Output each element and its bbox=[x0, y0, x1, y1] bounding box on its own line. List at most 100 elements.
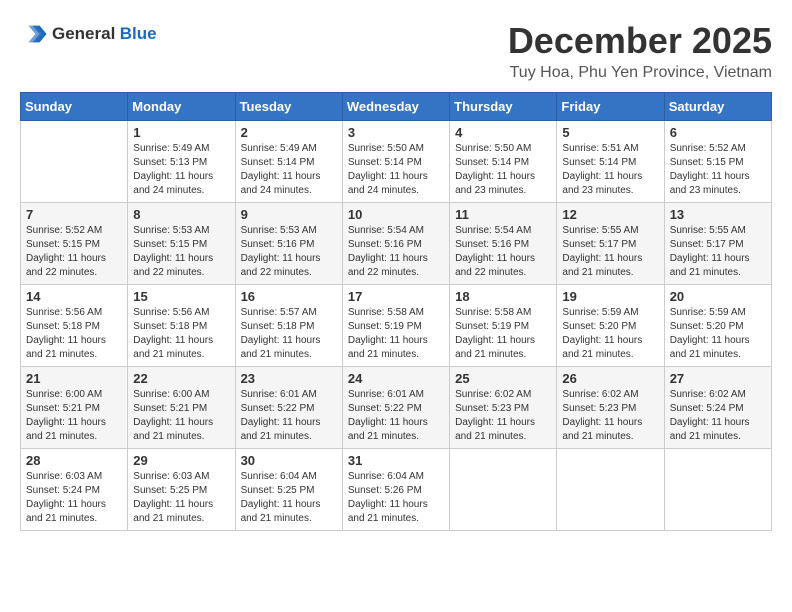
calendar-cell: 9 Sunrise: 5:53 AM Sunset: 5:16 PM Daylig… bbox=[235, 203, 342, 285]
day-info: Sunrise: 5:54 AM Sunset: 5:16 PM Dayligh… bbox=[348, 224, 444, 280]
day-info: Sunrise: 5:53 AM Sunset: 5:15 PM Dayligh… bbox=[133, 224, 229, 280]
day-of-week-header: Saturday bbox=[664, 93, 771, 121]
day-number: 26 bbox=[562, 371, 658, 386]
day-number: 17 bbox=[348, 289, 444, 304]
title-section: December 2025 Tuy Hoa, Phu Yen Province,… bbox=[508, 20, 772, 82]
day-info: Sunrise: 5:53 AM Sunset: 5:16 PM Dayligh… bbox=[241, 224, 337, 280]
day-info: Sunrise: 5:50 AM Sunset: 5:14 PM Dayligh… bbox=[348, 142, 444, 198]
calendar-cell: 28 Sunrise: 6:03 AM Sunset: 5:24 PM Dayli… bbox=[21, 449, 128, 531]
day-number: 31 bbox=[348, 453, 444, 468]
calendar-cell: 22Sunrise: 6:00 AM Sunset: 5:21 PM Dayli… bbox=[128, 367, 235, 449]
calendar-cell: 11Sunrise: 5:54 AM Sunset: 5:16 PM Dayli… bbox=[450, 203, 557, 285]
day-info: Sunrise: 5:55 AM Sunset: 5:17 PM Dayligh… bbox=[670, 224, 766, 280]
calendar-cell: 20 Sunrise: 5:59 AM Sunset: 5:20 PM Dayli… bbox=[664, 285, 771, 367]
day-number: 2 bbox=[241, 125, 337, 140]
day-number: 9 bbox=[241, 207, 337, 222]
day-of-week-header: Thursday bbox=[450, 93, 557, 121]
logo-icon bbox=[20, 20, 48, 48]
day-number: 5 bbox=[562, 125, 658, 140]
calendar-cell: 1 Sunrise: 5:49 AM Sunset: 5:13 PM Daylig… bbox=[128, 121, 235, 203]
calendar-cell: 17 Sunrise: 5:58 AM Sunset: 5:19 PM Dayli… bbox=[342, 285, 449, 367]
calendar-cell: 13 Sunrise: 5:55 AM Sunset: 5:17 PM Dayli… bbox=[664, 203, 771, 285]
calendar-cell: 21 Sunrise: 6:00 AM Sunset: 5:21 PM Dayli… bbox=[21, 367, 128, 449]
day-info: Sunrise: 6:04 AM Sunset: 5:25 PM Dayligh… bbox=[241, 470, 337, 526]
day-info: Sunrise: 5:49 AM Sunset: 5:13 PM Dayligh… bbox=[133, 142, 229, 198]
day-info: Sunrise: 5:58 AM Sunset: 5:19 PM Dayligh… bbox=[455, 306, 551, 362]
day-number: 14 bbox=[26, 289, 122, 304]
logo: General Blue bbox=[20, 20, 157, 48]
day-of-week-header: Monday bbox=[128, 93, 235, 121]
day-info: Sunrise: 6:02 AM Sunset: 5:23 PM Dayligh… bbox=[455, 388, 551, 444]
day-number: 6 bbox=[670, 125, 766, 140]
calendar-cell: 12Sunrise: 5:55 AM Sunset: 5:17 PM Dayli… bbox=[557, 203, 664, 285]
day-info: Sunrise: 5:52 AM Sunset: 5:15 PM Dayligh… bbox=[670, 142, 766, 198]
day-info: Sunrise: 6:03 AM Sunset: 5:24 PM Dayligh… bbox=[26, 470, 122, 526]
location: Tuy Hoa, Phu Yen Province, Vietnam bbox=[508, 64, 772, 82]
day-info: Sunrise: 5:52 AM Sunset: 5:15 PM Dayligh… bbox=[26, 224, 122, 280]
calendar-table: SundayMondayTuesdayWednesdayThursdayFrid… bbox=[20, 92, 772, 531]
day-info: Sunrise: 5:59 AM Sunset: 5:20 PM Dayligh… bbox=[670, 306, 766, 362]
calendar-cell bbox=[450, 449, 557, 531]
day-number: 1 bbox=[133, 125, 229, 140]
calendar-cell: 15Sunrise: 5:56 AM Sunset: 5:18 PM Dayli… bbox=[128, 285, 235, 367]
day-number: 3 bbox=[348, 125, 444, 140]
logo-blue: Blue bbox=[120, 24, 157, 43]
calendar-cell bbox=[21, 121, 128, 203]
day-number: 29 bbox=[133, 453, 229, 468]
day-number: 21 bbox=[26, 371, 122, 386]
day-number: 30 bbox=[241, 453, 337, 468]
day-info: Sunrise: 5:56 AM Sunset: 5:18 PM Dayligh… bbox=[26, 306, 122, 362]
day-info: Sunrise: 5:59 AM Sunset: 5:20 PM Dayligh… bbox=[562, 306, 658, 362]
day-info: Sunrise: 6:01 AM Sunset: 5:22 PM Dayligh… bbox=[241, 388, 337, 444]
day-info: Sunrise: 5:54 AM Sunset: 5:16 PM Dayligh… bbox=[455, 224, 551, 280]
day-info: Sunrise: 5:57 AM Sunset: 5:18 PM Dayligh… bbox=[241, 306, 337, 362]
day-info: Sunrise: 5:56 AM Sunset: 5:18 PM Dayligh… bbox=[133, 306, 229, 362]
day-info: Sunrise: 5:58 AM Sunset: 5:19 PM Dayligh… bbox=[348, 306, 444, 362]
day-number: 8 bbox=[133, 207, 229, 222]
day-number: 22 bbox=[133, 371, 229, 386]
calendar-cell: 6 Sunrise: 5:52 AM Sunset: 5:15 PM Daylig… bbox=[664, 121, 771, 203]
day-number: 25 bbox=[455, 371, 551, 386]
day-number: 16 bbox=[241, 289, 337, 304]
calendar-cell bbox=[664, 449, 771, 531]
calendar-cell: 18 Sunrise: 5:58 AM Sunset: 5:19 PM Dayli… bbox=[450, 285, 557, 367]
calendar-cell: 23 Sunrise: 6:01 AM Sunset: 5:22 PM Dayli… bbox=[235, 367, 342, 449]
calendar-cell: 25 Sunrise: 6:02 AM Sunset: 5:23 PM Dayli… bbox=[450, 367, 557, 449]
day-info: Sunrise: 5:51 AM Sunset: 5:14 PM Dayligh… bbox=[562, 142, 658, 198]
day-info: Sunrise: 6:03 AM Sunset: 5:25 PM Dayligh… bbox=[133, 470, 229, 526]
page-header: General Blue December 2025 Tuy Hoa, Phu … bbox=[20, 20, 772, 82]
calendar-cell: 7 Sunrise: 5:52 AM Sunset: 5:15 PM Daylig… bbox=[21, 203, 128, 285]
day-info: Sunrise: 6:02 AM Sunset: 5:24 PM Dayligh… bbox=[670, 388, 766, 444]
day-number: 27 bbox=[670, 371, 766, 386]
calendar-cell bbox=[557, 449, 664, 531]
day-info: Sunrise: 5:50 AM Sunset: 5:14 PM Dayligh… bbox=[455, 142, 551, 198]
day-number: 4 bbox=[455, 125, 551, 140]
calendar-cell: 29 Sunrise: 6:03 AM Sunset: 5:25 PM Dayli… bbox=[128, 449, 235, 531]
calendar-cell: 27 Sunrise: 6:02 AM Sunset: 5:24 PM Dayli… bbox=[664, 367, 771, 449]
day-of-week-header: Tuesday bbox=[235, 93, 342, 121]
day-info: Sunrise: 6:00 AM Sunset: 5:21 PM Dayligh… bbox=[26, 388, 122, 444]
day-info: Sunrise: 6:04 AM Sunset: 5:26 PM Dayligh… bbox=[348, 470, 444, 526]
logo-general: General bbox=[52, 24, 115, 43]
day-number: 23 bbox=[241, 371, 337, 386]
calendar-cell: 2 Sunrise: 5:49 AM Sunset: 5:14 PM Daylig… bbox=[235, 121, 342, 203]
calendar-cell: 19 Sunrise: 5:59 AM Sunset: 5:20 PM Dayli… bbox=[557, 285, 664, 367]
day-of-week-header: Wednesday bbox=[342, 93, 449, 121]
calendar-cell: 31 Sunrise: 6:04 AM Sunset: 5:26 PM Dayli… bbox=[342, 449, 449, 531]
day-info: Sunrise: 5:49 AM Sunset: 5:14 PM Dayligh… bbox=[241, 142, 337, 198]
day-number: 13 bbox=[670, 207, 766, 222]
day-number: 12 bbox=[562, 207, 658, 222]
day-info: Sunrise: 6:01 AM Sunset: 5:22 PM Dayligh… bbox=[348, 388, 444, 444]
day-number: 10 bbox=[348, 207, 444, 222]
calendar-cell: 14 Sunrise: 5:56 AM Sunset: 5:18 PM Dayli… bbox=[21, 285, 128, 367]
day-number: 28 bbox=[26, 453, 122, 468]
day-number: 18 bbox=[455, 289, 551, 304]
day-of-week-header: Friday bbox=[557, 93, 664, 121]
month-title: December 2025 bbox=[508, 20, 772, 62]
day-number: 7 bbox=[26, 207, 122, 222]
calendar-cell: 5 Sunrise: 5:51 AM Sunset: 5:14 PM Daylig… bbox=[557, 121, 664, 203]
day-of-week-header: Sunday bbox=[21, 93, 128, 121]
day-number: 19 bbox=[562, 289, 658, 304]
day-number: 20 bbox=[670, 289, 766, 304]
calendar-cell: 16 Sunrise: 5:57 AM Sunset: 5:18 PM Dayli… bbox=[235, 285, 342, 367]
